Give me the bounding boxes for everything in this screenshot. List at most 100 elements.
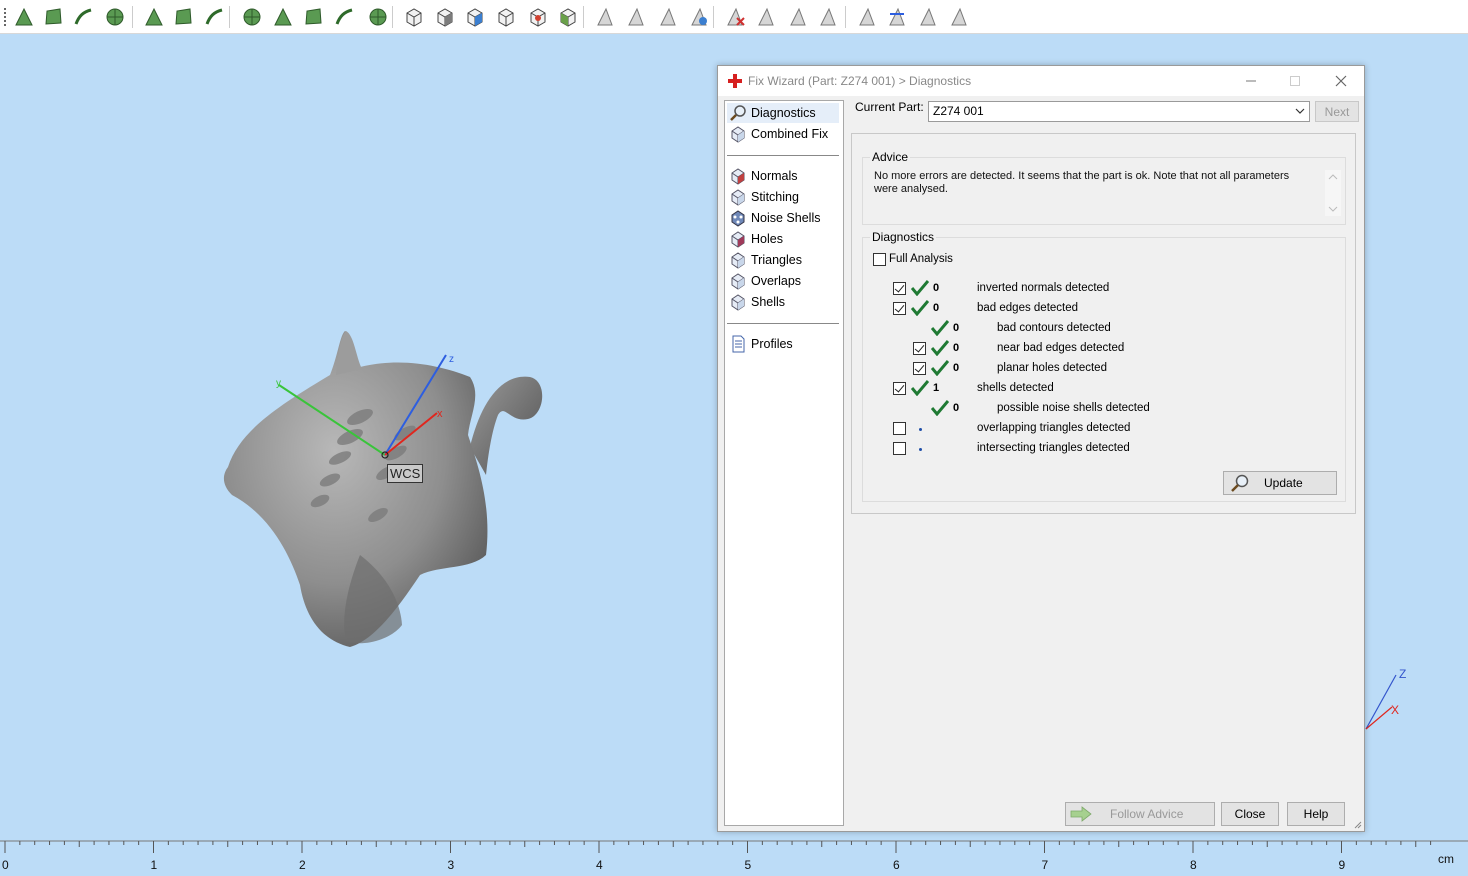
mark-curve-icon bbox=[205, 8, 223, 25]
nav-item-stitching[interactable]: Stitching bbox=[727, 187, 839, 207]
close-button[interactable]: Close bbox=[1221, 802, 1279, 826]
current-part-select[interactable]: Z274 001 bbox=[928, 101, 1310, 122]
update-button[interactable]: Update bbox=[1223, 471, 1337, 495]
minimize-button[interactable] bbox=[1236, 70, 1266, 92]
mark-plane-button[interactable] bbox=[103, 5, 127, 29]
diagnostic-label: bad contours detected bbox=[997, 322, 1111, 334]
diagnostics-group: Diagnostics Full Analysis 0 inverted norm… bbox=[862, 230, 1346, 502]
triangles-cube-icon bbox=[731, 252, 745, 269]
nav-item-label: Stitching bbox=[751, 190, 799, 204]
mark-brush-icon bbox=[274, 7, 292, 26]
invert-mark-icon bbox=[691, 7, 707, 26]
mark-light-button[interactable] bbox=[855, 5, 879, 29]
diagnostic-checkbox[interactable] bbox=[893, 422, 906, 435]
mark-curve-button[interactable] bbox=[203, 5, 227, 29]
view-left-button[interactable] bbox=[463, 5, 487, 29]
view-right-button[interactable] bbox=[494, 5, 518, 29]
mark-surface-button[interactable] bbox=[42, 5, 66, 29]
mark-triangle-button[interactable] bbox=[12, 5, 36, 29]
nav-item-label: Holes bbox=[751, 232, 783, 246]
view-right-icon bbox=[498, 8, 514, 27]
mark-filter-button[interactable] bbox=[916, 5, 940, 29]
nav-item-label: Shells bbox=[751, 295, 786, 309]
advice-scrollbar[interactable] bbox=[1325, 170, 1341, 216]
nav-separator bbox=[727, 323, 839, 324]
follow-advice-button[interactable]: Follow Advice bbox=[1065, 802, 1215, 826]
view-top-button[interactable] bbox=[526, 5, 550, 29]
extrude-button[interactable] bbox=[816, 5, 840, 29]
magnifier-icon bbox=[1231, 474, 1249, 492]
dialog-title-bar[interactable]: Fix Wizard (Part: Z274 001) > Diagnostic… bbox=[718, 66, 1364, 96]
diagnostic-checkbox[interactable] bbox=[893, 282, 906, 295]
view-bottom-icon bbox=[560, 8, 576, 27]
help-button[interactable]: Help bbox=[1287, 802, 1345, 826]
mark-plane-icon bbox=[106, 8, 124, 26]
nav-item-noise-shells[interactable]: Noise Shells bbox=[727, 208, 839, 228]
mark-fan-icon bbox=[369, 8, 387, 26]
axis-z-label: z bbox=[449, 354, 454, 365]
mark-light-icon bbox=[859, 7, 875, 26]
full-analysis-checkbox[interactable] bbox=[873, 253, 886, 266]
arrow-right-icon bbox=[1070, 806, 1092, 822]
invert-mark-button[interactable] bbox=[687, 5, 711, 29]
mark-area-button[interactable] bbox=[240, 5, 264, 29]
diagnostic-checkbox[interactable] bbox=[913, 362, 926, 375]
close-window-button[interactable] bbox=[1326, 70, 1356, 92]
nav-item-profiles[interactable]: Profiles bbox=[727, 334, 839, 354]
follow-advice-label: Follow Advice bbox=[1110, 807, 1184, 821]
diagnostic-label: near bad edges detected bbox=[997, 342, 1125, 354]
view-left-icon bbox=[467, 8, 483, 27]
diagnostic-checkbox[interactable] bbox=[893, 382, 906, 395]
mark-wave-button[interactable] bbox=[302, 5, 326, 29]
view-back-icon bbox=[437, 8, 453, 27]
mark-connected-button[interactable] bbox=[172, 5, 196, 29]
nav-item-overlaps[interactable]: Overlaps bbox=[727, 271, 839, 291]
delete-marked-button[interactable] bbox=[723, 5, 747, 29]
next-button[interactable]: Next bbox=[1315, 101, 1359, 122]
nav-item-combined-fix[interactable]: Combined Fix bbox=[727, 124, 839, 144]
view-front-button[interactable] bbox=[402, 5, 426, 29]
ruler: 0 1 2 3 4 5 6 7 8 9 cm bbox=[0, 839, 1468, 876]
nav-item-triangles[interactable]: Triangles bbox=[727, 250, 839, 270]
mark-rectangle-button[interactable] bbox=[142, 5, 166, 29]
resize-grip-icon[interactable] bbox=[1352, 819, 1362, 829]
pending-dot-icon bbox=[919, 448, 922, 451]
toolbar-separator bbox=[845, 6, 846, 28]
ruler-label: 5 bbox=[744, 858, 752, 872]
maximize-button[interactable] bbox=[1280, 70, 1310, 92]
unmark-shell-button[interactable] bbox=[656, 5, 680, 29]
diagnostic-checkbox[interactable] bbox=[913, 342, 926, 355]
view-back-button[interactable] bbox=[433, 5, 457, 29]
mark-filter-icon bbox=[920, 7, 936, 26]
nav-separator bbox=[727, 155, 839, 156]
noise-shells-icon bbox=[731, 210, 745, 227]
minimize-icon bbox=[1246, 80, 1256, 82]
mark-segment-button[interactable] bbox=[333, 5, 357, 29]
advice-title: Advice bbox=[870, 150, 911, 164]
toolbar-grip[interactable] bbox=[4, 8, 7, 26]
dialog-title: Fix Wizard (Part: Z274 001) > Diagnostic… bbox=[748, 74, 972, 88]
unmark-surface-button[interactable] bbox=[624, 5, 648, 29]
unmark-surface-icon bbox=[628, 7, 644, 26]
view-top-icon bbox=[530, 8, 546, 27]
diagnostic-checkbox[interactable] bbox=[893, 302, 906, 315]
mark-settings-button[interactable] bbox=[885, 5, 909, 29]
view-bottom-button[interactable] bbox=[556, 5, 580, 29]
mark-brush-button[interactable] bbox=[271, 5, 295, 29]
diagnostic-label: shells detected bbox=[977, 382, 1054, 394]
nav-item-holes[interactable]: Holes bbox=[727, 229, 839, 249]
diagnostic-count: 0 bbox=[933, 302, 940, 314]
current-part-value: Z274 001 bbox=[933, 104, 984, 118]
mark-fan-button[interactable] bbox=[366, 5, 390, 29]
mark-segment-icon bbox=[335, 8, 353, 25]
mark-area-icon bbox=[243, 8, 261, 26]
nav-item-shells[interactable]: Shells bbox=[727, 292, 839, 312]
mark-shell-button[interactable] bbox=[72, 5, 96, 29]
nav-item-diagnostics[interactable]: Diagnostics bbox=[727, 103, 839, 123]
cut-triangles-button[interactable] bbox=[754, 5, 778, 29]
diagnostic-checkbox[interactable] bbox=[893, 442, 906, 455]
mark-options-button[interactable] bbox=[947, 5, 971, 29]
copy-triangles-button[interactable] bbox=[786, 5, 810, 29]
nav-item-normals[interactable]: Normals bbox=[727, 166, 839, 186]
unmark-button[interactable] bbox=[593, 5, 617, 29]
